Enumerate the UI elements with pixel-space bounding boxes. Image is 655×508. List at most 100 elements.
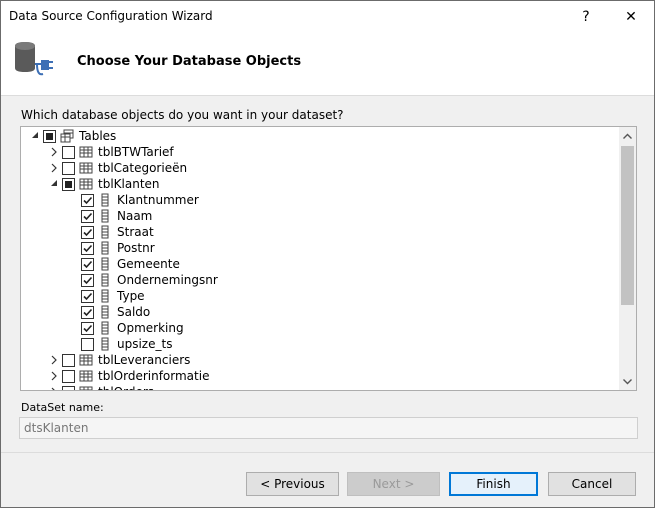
tree-item-table[interactable]: tblOrders [21,384,619,390]
column-icon [101,209,109,223]
tree-item-label: tblCategorieën [98,161,188,175]
cancel-button[interactable]: Cancel [548,472,636,496]
checkbox[interactable] [62,370,75,383]
checkbox[interactable] [81,322,94,335]
chevron-down-icon [623,378,632,384]
table-icon [79,162,93,174]
checkbox[interactable] [62,178,75,191]
tree-item-label: tblLeveranciers [98,353,191,367]
collapsed-arrow-icon[interactable] [49,370,59,382]
tree-item-label: tblOrderinformatie [98,369,210,383]
objects-question: Which database objects do you want in yo… [21,108,344,122]
chevron-up-icon [623,133,632,139]
collapsed-arrow-glyph [51,147,57,157]
next-button[interactable]: Next > [347,472,440,496]
column-icon [101,241,109,255]
column-icon [101,289,109,303]
previous-button[interactable]: < Previous [246,472,339,496]
wizard-window: Data Source Configuration Wizard ? ✕ Cho… [0,0,655,508]
tree-item-column[interactable]: Gemeente [21,256,619,272]
tree-item-label: Straat [117,225,154,239]
checkmark-icon [83,228,93,237]
checkbox[interactable] [81,210,94,223]
checkbox[interactable] [81,338,94,351]
tree-item-label: Saldo [117,305,151,319]
database-objects-tree[interactable]: Tables tblBTWTarief tblCategorieën tblKlant… [20,126,637,391]
tree-item-table[interactable]: tblKlanten [21,176,619,192]
collapsed-arrow-icon[interactable] [49,162,59,174]
collapsed-arrow-glyph [51,355,57,365]
tree-item-column[interactable]: Type [21,288,619,304]
checkmark-icon [83,244,93,253]
database-connection-icon [15,42,53,76]
checkmark-icon [83,212,93,221]
checkbox[interactable] [62,386,75,390]
checkmark-icon [83,196,93,205]
tree-item-table[interactable]: tblLeveranciers [21,352,619,368]
expanded-arrow-glyph [51,180,57,186]
checkbox[interactable] [81,290,94,303]
tree-item-tables[interactable]: Tables [21,128,619,144]
tables-folder-icon [60,129,74,143]
collapsed-arrow-glyph [51,371,57,381]
page-title: Choose Your Database Objects [77,54,302,69]
tree-item-label: Gemeente [117,257,180,271]
checkbox[interactable] [81,226,94,239]
finish-button[interactable]: Finish [449,472,538,496]
scroll-down-button[interactable] [619,373,636,390]
checkbox[interactable] [62,146,75,159]
tree-item-column[interactable]: Saldo [21,304,619,320]
checkbox[interactable] [81,306,94,319]
checkbox[interactable] [43,130,56,143]
tree-item-label: Tables [79,129,117,143]
close-button[interactable]: ✕ [608,1,654,32]
collapsed-arrow-icon[interactable] [49,386,59,390]
tree-item-label: upsize_ts [117,337,173,351]
scroll-thumb[interactable] [621,146,634,305]
tree-item-column[interactable]: upsize_ts [21,336,619,352]
tree-item-column[interactable]: Opmerking [21,320,619,336]
checkbox[interactable] [81,258,94,271]
tree-item-label: Ondernemingsnr [117,273,218,287]
checkbox[interactable] [62,354,75,367]
column-icon [101,273,109,287]
table-icon [79,386,93,390]
collapsed-arrow-icon[interactable] [49,354,59,366]
tree-item-column[interactable]: Naam [21,208,619,224]
checkbox[interactable] [81,274,94,287]
tree-item-table[interactable]: tblOrderinformatie [21,368,619,384]
wizard-header: Choose Your Database Objects [1,32,654,96]
checkmark-icon [83,324,93,333]
title-bar: Data Source Configuration Wizard ? ✕ [1,1,654,32]
tree-item-label: Type [117,289,145,303]
expanded-arrow-icon[interactable] [49,178,59,190]
tree-item-column[interactable]: Postnr [21,240,619,256]
tree-item-column[interactable]: Straat [21,224,619,240]
help-icon: ? [582,8,590,25]
tree-item-table[interactable]: tblCategorieën [21,160,619,176]
tree-item-label: tblBTWTarief [98,145,174,159]
tree-item-label: Naam [117,209,153,223]
column-icon [101,257,109,271]
tree-scrollbar[interactable] [619,127,636,390]
checkbox[interactable] [81,194,94,207]
dataset-name-label: DataSet name: [21,401,104,414]
close-icon: ✕ [625,8,637,25]
checkbox[interactable] [81,242,94,255]
tree-item-label: Klantnummer [117,193,199,207]
scroll-up-button[interactable] [619,127,636,144]
collapsed-arrow-icon[interactable] [49,146,59,158]
tree-item-column[interactable]: Klantnummer [21,192,619,208]
collapsed-arrow-glyph [51,163,57,173]
tree-item-label: Postnr [117,241,155,255]
window-title: Data Source Configuration Wizard [9,9,213,23]
checkbox[interactable] [62,162,75,175]
table-icon [79,146,93,158]
column-icon [101,321,109,335]
help-button[interactable]: ? [563,1,609,32]
tree-item-table[interactable]: tblBTWTarief [21,144,619,160]
tree-item-column[interactable]: Ondernemingsnr [21,272,619,288]
expanded-arrow-icon[interactable] [30,130,40,142]
table-icon [79,178,93,190]
dataset-name-field[interactable]: dtsKlanten [19,417,638,439]
